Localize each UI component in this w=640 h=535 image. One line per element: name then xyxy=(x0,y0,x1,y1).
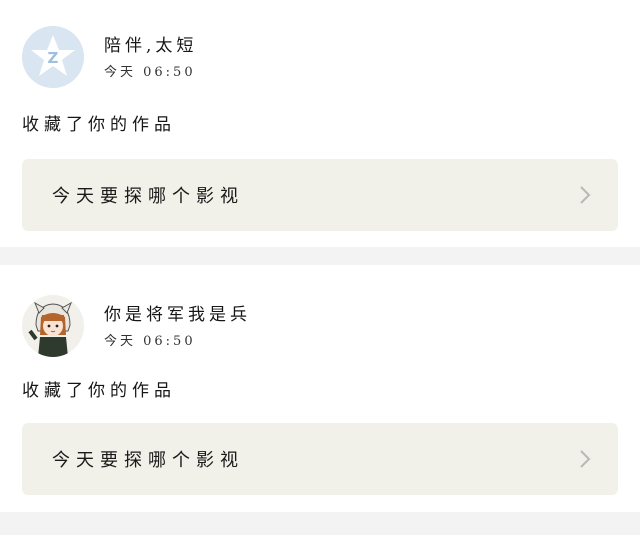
work-title: 今天要探哪个影视 xyxy=(52,186,244,207)
avatar[interactable] xyxy=(22,295,84,357)
user-name[interactable]: 陪伴,太短 xyxy=(104,36,197,56)
work-link-card[interactable]: 今天要探哪个影视 xyxy=(22,423,618,495)
avatar[interactable]: Z xyxy=(22,26,84,88)
post-card: Z 陪伴,太短 今天 06:50 收藏了你的作品 今天要探哪个影视 xyxy=(0,0,640,247)
post-time: 今天 06:50 xyxy=(104,65,196,80)
post-time: 今天 06:50 xyxy=(104,334,196,349)
work-title: 今天要探哪个影视 xyxy=(52,450,244,471)
post-card: 你是将军我是兵 今天 06:50 收藏了你的作品 今天要探哪个影视 xyxy=(0,265,640,512)
divider xyxy=(0,512,640,530)
post-header: Z 陪伴,太短 今天 06:50 xyxy=(22,0,618,88)
post-header: 你是将军我是兵 今天 06:50 xyxy=(22,265,618,357)
user-name[interactable]: 你是将军我是兵 xyxy=(104,305,251,325)
divider xyxy=(0,247,640,265)
chevron-right-icon xyxy=(580,450,591,468)
cartoon-girl-avatar-icon xyxy=(22,295,84,357)
action-text: 收藏了你的作品 xyxy=(22,115,176,135)
chevron-right-icon xyxy=(580,186,591,204)
star-avatar-icon: Z xyxy=(22,26,84,88)
action-text: 收藏了你的作品 xyxy=(22,381,176,401)
work-link-card[interactable]: 今天要探哪个影视 xyxy=(22,159,618,231)
svg-text:Z: Z xyxy=(48,49,59,67)
